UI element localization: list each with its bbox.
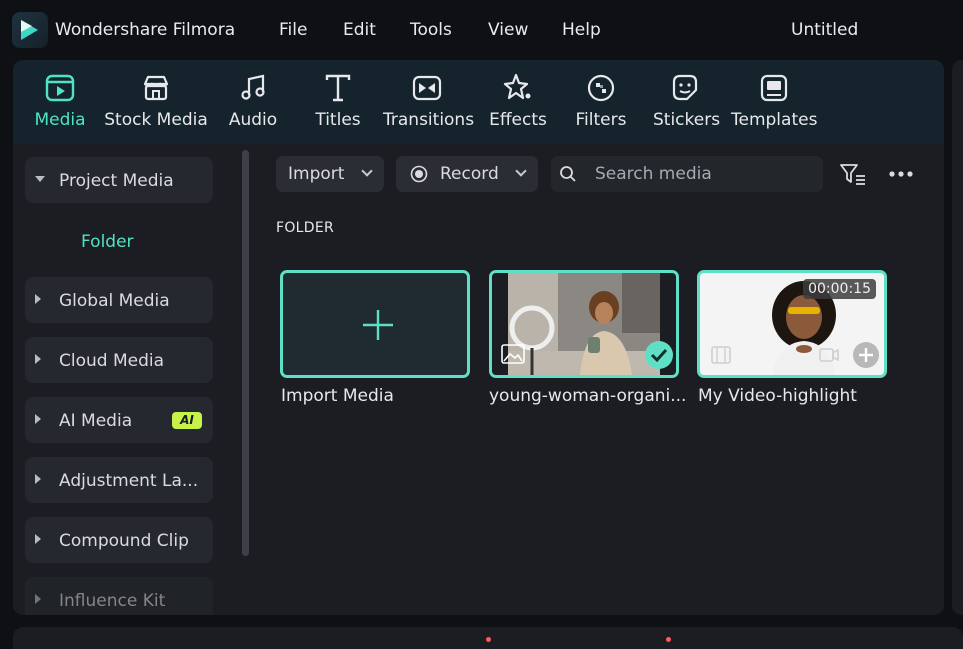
sidebar-item-project-media[interactable]: Project Media xyxy=(25,157,213,203)
sidebar-item-label: AI Media xyxy=(59,411,133,431)
add-to-timeline-icon[interactable] xyxy=(852,341,880,369)
transitions-icon xyxy=(412,75,442,101)
menu-edit[interactable]: Edit xyxy=(343,20,376,40)
tab-label: Effects xyxy=(489,110,547,130)
card-label-my-video-highlight: My Video-highlight xyxy=(698,386,857,406)
titles-icon xyxy=(325,74,351,102)
sidebar-item-influence-kit[interactable]: Influence Kit xyxy=(25,577,213,615)
sidebar-item-folder[interactable]: Folder xyxy=(81,232,134,252)
app-name: Wondershare Filmora xyxy=(55,20,236,40)
duration-badge: 00:00:15 xyxy=(803,279,876,299)
stock-media-icon xyxy=(143,75,169,101)
chevron-right-icon xyxy=(35,474,41,484)
menu-file[interactable]: File xyxy=(279,20,307,40)
checkmark-icon xyxy=(645,341,673,369)
search-input[interactable] xyxy=(595,162,815,186)
camera-icon xyxy=(819,348,839,362)
sidebar-item-label: Global Media xyxy=(59,291,170,311)
sidebar-item-compound-clip[interactable]: Compound Clip xyxy=(25,517,213,563)
tab-label: Audio xyxy=(228,110,278,130)
tab-label: Stickers xyxy=(653,110,721,130)
tab-label: Media xyxy=(34,110,86,130)
notification-dot xyxy=(486,637,491,642)
tab-label: Templates xyxy=(731,110,818,130)
tab-label: Stock Media xyxy=(104,110,208,130)
stickers-icon xyxy=(672,74,698,101)
timeline-toolbar xyxy=(13,627,963,649)
menu-help[interactable]: Help xyxy=(562,20,601,40)
effects-icon xyxy=(503,73,531,100)
right-panel-edge xyxy=(952,60,963,615)
title-bar: Wondershare Filmora File Edit Tools View… xyxy=(0,0,963,60)
chevron-right-icon xyxy=(35,354,41,364)
tab-filters[interactable]: Filters xyxy=(571,60,631,144)
tab-stock-media[interactable]: Stock Media xyxy=(103,60,209,144)
video-type-icon xyxy=(711,346,731,364)
sidebar-item-label: Influence Kit xyxy=(59,591,166,611)
import-media-card[interactable] xyxy=(280,270,470,378)
tab-label: Filters xyxy=(575,110,627,130)
media-panel: Media Stock Media Audio Titles Transitio… xyxy=(13,60,944,615)
media-icon xyxy=(45,74,75,102)
filmora-logo-icon xyxy=(12,12,48,48)
plus-icon xyxy=(363,310,393,340)
menu-view[interactable]: View xyxy=(488,20,528,40)
sidebar-item-ai-media[interactable]: AI Media AI xyxy=(25,397,213,443)
folder-heading: FOLDER xyxy=(276,220,335,236)
import-label: Import xyxy=(288,164,345,184)
image-type-icon xyxy=(501,344,525,364)
media-sidebar: Project Media Folder Global Media Cloud … xyxy=(13,144,253,615)
filter-sort-icon[interactable] xyxy=(839,162,867,186)
sidebar-item-label: Compound Clip xyxy=(59,531,189,551)
tab-media[interactable]: Media xyxy=(25,60,95,144)
tab-label: Titles xyxy=(315,110,361,130)
card-label-young-woman: young-woman-organi... xyxy=(489,386,687,406)
media-card-my-video-highlight[interactable]: 00:00:15 xyxy=(697,270,887,378)
search-box xyxy=(551,156,823,192)
tab-titles[interactable]: Titles xyxy=(308,60,368,144)
chevron-down-icon xyxy=(35,176,45,182)
chevron-right-icon xyxy=(35,534,41,544)
chevron-down-icon xyxy=(515,165,527,177)
sidebar-item-adjustment-layer[interactable]: Adjustment La... xyxy=(25,457,213,503)
import-dropdown-button[interactable]: Import xyxy=(276,156,384,192)
record-icon xyxy=(410,165,428,183)
chevron-down-icon xyxy=(361,165,373,177)
menu-tools[interactable]: Tools xyxy=(410,20,452,40)
document-title: Untitled xyxy=(791,20,859,40)
sidebar-item-label: Adjustment La... xyxy=(59,471,199,491)
notification-dot xyxy=(666,637,671,642)
tab-label: Transitions xyxy=(383,110,475,130)
templates-icon xyxy=(760,74,788,102)
chevron-right-icon xyxy=(35,294,41,304)
record-label: Record xyxy=(440,164,499,184)
tab-effects[interactable]: Effects xyxy=(487,60,549,144)
music-note-icon xyxy=(241,74,265,100)
tab-stickers[interactable]: Stickers xyxy=(653,60,721,144)
tab-transitions[interactable]: Transitions xyxy=(383,60,475,144)
sidebar-scrollbar[interactable] xyxy=(242,150,249,556)
chevron-right-icon xyxy=(35,414,41,424)
tab-templates[interactable]: Templates xyxy=(731,60,817,144)
sidebar-item-label: Cloud Media xyxy=(59,351,165,371)
sidebar-item-cloud-media[interactable]: Cloud Media xyxy=(25,337,213,383)
sidebar-item-label: Project Media xyxy=(59,171,174,191)
search-icon xyxy=(560,166,576,182)
chevron-right-icon xyxy=(35,594,41,604)
media-card-young-woman[interactable] xyxy=(489,270,679,378)
record-dropdown-button[interactable]: Record xyxy=(396,156,538,192)
ai-badge: AI xyxy=(172,412,202,429)
card-label-import-media: Import Media xyxy=(281,386,394,406)
filters-icon xyxy=(587,74,615,102)
tab-bar: Media Stock Media Audio Titles Transitio… xyxy=(13,60,944,144)
tab-audio[interactable]: Audio xyxy=(223,60,283,144)
more-options-icon[interactable] xyxy=(888,168,914,180)
sidebar-item-global-media[interactable]: Global Media xyxy=(25,277,213,323)
